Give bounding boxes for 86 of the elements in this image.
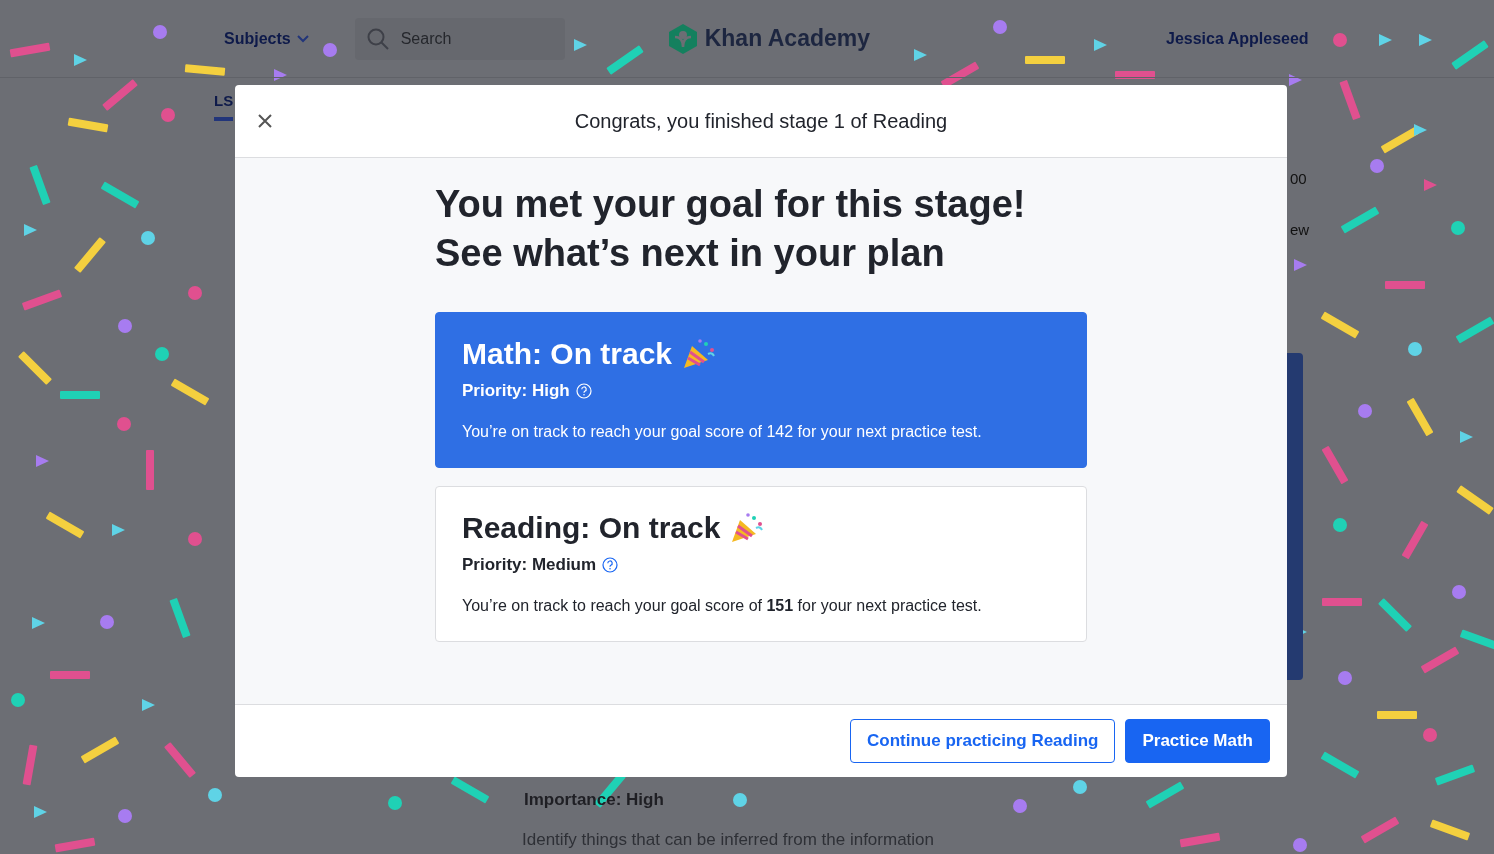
headline: See what’s next in your plan	[435, 231, 946, 276]
confetti-triangle	[1414, 124, 1427, 136]
confetti-dot	[208, 788, 222, 802]
confetti-triangle	[112, 524, 125, 536]
confetti-dot	[1338, 671, 1352, 685]
confetti-triangle	[1094, 39, 1107, 51]
confetti-dot	[993, 20, 1007, 34]
confetti-triangle	[24, 224, 37, 236]
confetti-strip	[54, 837, 96, 853]
party-popper-icon	[682, 338, 717, 370]
confetti-strip	[1385, 281, 1425, 289]
confetti-strip	[50, 671, 90, 679]
party-popper-icon	[730, 512, 765, 544]
confetti-dot	[1333, 33, 1347, 47]
card-heading: Math: On track	[462, 337, 673, 371]
primary-button[interactable]: Practice Math	[1125, 719, 1270, 763]
logo-text[interactable]: Khan Academy	[704, 25, 870, 52]
confetti-triangle	[1294, 259, 1307, 271]
confetti-dot	[100, 615, 114, 629]
dialog-title: Congrats, you finished stage 1 of Reading	[574, 109, 948, 133]
confetti-triangle	[1424, 179, 1437, 191]
confetti-triangle	[36, 455, 49, 467]
user-name[interactable]: Jessica Appleseed	[1166, 29, 1309, 48]
skill-description: Identify things that can be inferred from the information	[522, 830, 934, 850]
confetti-dot	[733, 793, 747, 807]
chevron-down-icon	[296, 34, 309, 43]
confetti-dot	[153, 25, 167, 39]
confetti-dot	[117, 417, 131, 431]
confetti-strip	[1179, 832, 1221, 848]
confetti-dot	[188, 286, 202, 300]
headline: You met your goal for this stage!	[435, 182, 1027, 227]
background-text: 00	[1290, 170, 1307, 187]
confetti-strip	[67, 117, 109, 133]
confetti-dot	[388, 796, 402, 810]
secondary-button[interactable]: Continue practicing Reading	[850, 719, 1116, 763]
confetti-dot	[1333, 518, 1347, 532]
priority-label: Priority: High	[462, 381, 570, 401]
confetti-triangle	[32, 617, 45, 629]
confetti-triangle	[1379, 34, 1392, 46]
card-description: You’re on track to reach your goal score of 142 for your next practice test.	[462, 423, 983, 441]
confetti-dot	[1451, 221, 1465, 235]
confetti-dot	[323, 43, 337, 57]
confetti-strip	[1322, 598, 1362, 606]
confetti-dot	[118, 319, 132, 333]
confetti-triangle	[142, 699, 155, 711]
confetti-dot	[11, 693, 25, 707]
confetti-dot	[1358, 404, 1372, 418]
background-text: ew	[1290, 221, 1310, 238]
confetti-triangle	[274, 69, 287, 81]
confetti-triangle	[1289, 74, 1302, 86]
goal-card[interactable]: Math: On track Priority: High You’re on track to reach your goal score of 142 for your next practice test.	[435, 312, 1087, 468]
confetti-strip	[1115, 71, 1155, 79]
confetti-triangle	[1460, 431, 1473, 443]
goal-card[interactable]: Reading: On track Priority: Medium You’re on track to reach your goal score of 151 for your next practice test.	[435, 486, 1087, 642]
confetti-strip	[146, 450, 154, 490]
card-description: You’re on track to reach your goal score of 151 for your next practice test.	[462, 597, 983, 615]
confetti-strip	[9, 42, 51, 58]
help-icon[interactable]	[602, 557, 619, 573]
confetti-triangle	[1419, 34, 1432, 46]
confetti-dot	[1452, 585, 1466, 599]
confetti-dot	[1408, 342, 1422, 356]
confetti-triangle	[574, 39, 587, 51]
confetti-triangle	[914, 49, 927, 61]
priority-label: Priority: Medium	[462, 555, 597, 575]
search-field[interactable]: Search	[354, 17, 565, 60]
subjects-menu[interactable]: Subjects	[224, 29, 309, 48]
search-icon	[366, 27, 389, 50]
confetti-dot	[118, 809, 132, 823]
confetti-dot	[1073, 780, 1087, 794]
confetti-strip	[60, 391, 100, 399]
confetti-dot	[1293, 838, 1307, 852]
confetti-strip	[1025, 56, 1065, 64]
confetti-dot	[1013, 799, 1027, 813]
confetti-dot	[188, 532, 202, 546]
card-heading: Reading: On track	[462, 511, 721, 545]
logo-icon	[668, 23, 697, 54]
confetti-triangle	[74, 54, 87, 66]
confetti-strip	[1377, 711, 1417, 719]
confetti-dot	[161, 108, 175, 122]
confetti-dot	[1370, 159, 1384, 173]
close-icon	[257, 113, 273, 129]
confetti-dot	[1423, 728, 1437, 742]
confetti-strip	[184, 64, 226, 76]
confetti-dot	[141, 231, 155, 245]
confetti-triangle	[34, 806, 47, 818]
confetti-dot	[155, 347, 169, 361]
